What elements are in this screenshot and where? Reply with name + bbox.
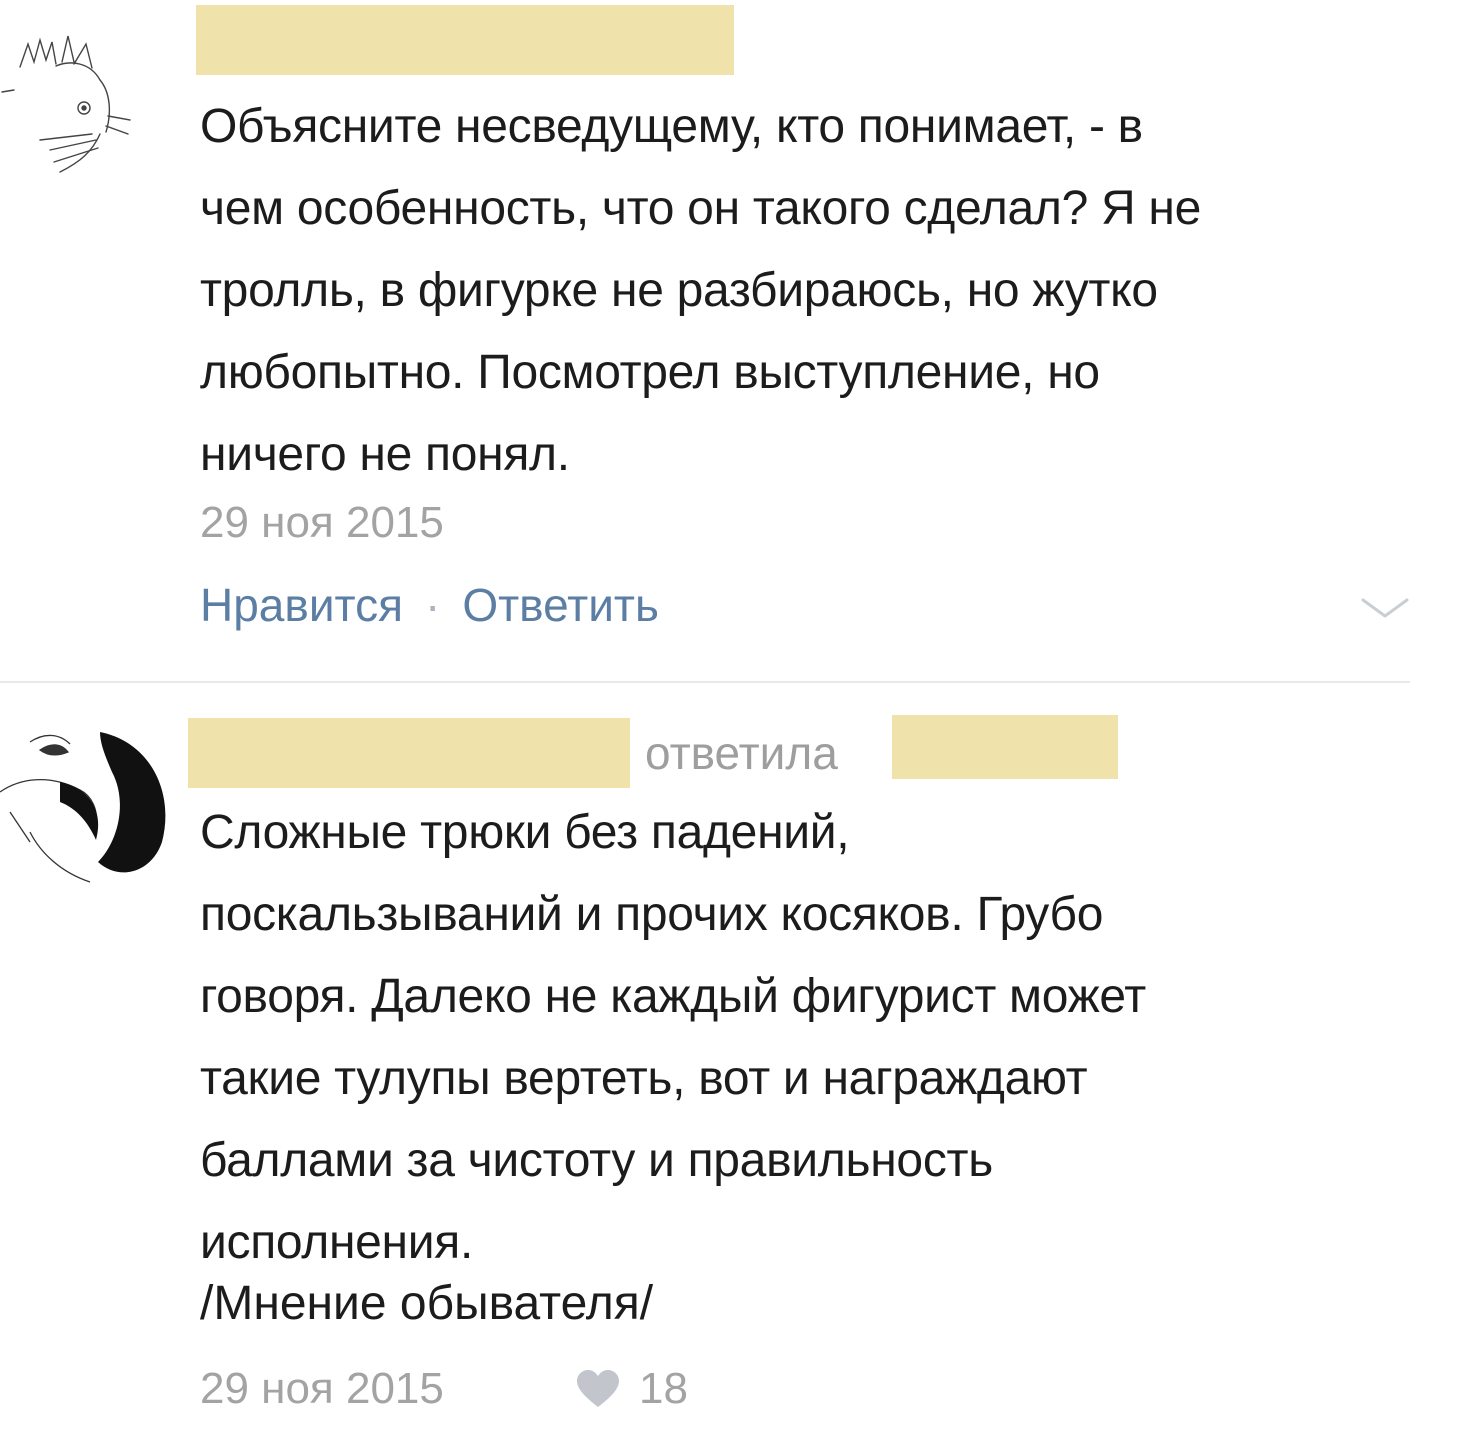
comment-actions: Нравится · Ответить xyxy=(200,578,659,632)
redacted-author-name[interactable] xyxy=(196,5,734,75)
like-counter[interactable]: 18 xyxy=(575,1364,688,1414)
avatar-cat-sketch[interactable] xyxy=(0,22,150,192)
heart-icon[interactable] xyxy=(575,1369,621,1409)
reply-signature: /Мнение обывателя/ xyxy=(200,1277,654,1330)
comment-date: 29 ноя 2015 xyxy=(200,498,444,547)
avatar-face-sketch[interactable] xyxy=(0,712,175,902)
redacted-author-name[interactable] xyxy=(188,718,630,788)
comment-divider xyxy=(0,681,1410,683)
like-count: 18 xyxy=(639,1364,688,1413)
chevron-down-icon[interactable] xyxy=(1360,596,1410,620)
reply-text: Сложные трюки без падений, поскальзывани… xyxy=(200,806,1146,1269)
separator: · xyxy=(424,579,441,631)
redacted-reply-target[interactable] xyxy=(892,715,1118,779)
comment-1: Объясните несведущему, кто понимает, - в… xyxy=(0,0,1460,680)
reply-date: 29 ноя 2015 xyxy=(200,1364,444,1413)
reply-link[interactable]: Ответить xyxy=(462,579,659,631)
comment-text: Объясните несведущему, кто понимает, - в… xyxy=(200,100,1202,481)
like-link[interactable]: Нравится xyxy=(200,579,403,631)
replied-label: ответила xyxy=(645,727,838,779)
